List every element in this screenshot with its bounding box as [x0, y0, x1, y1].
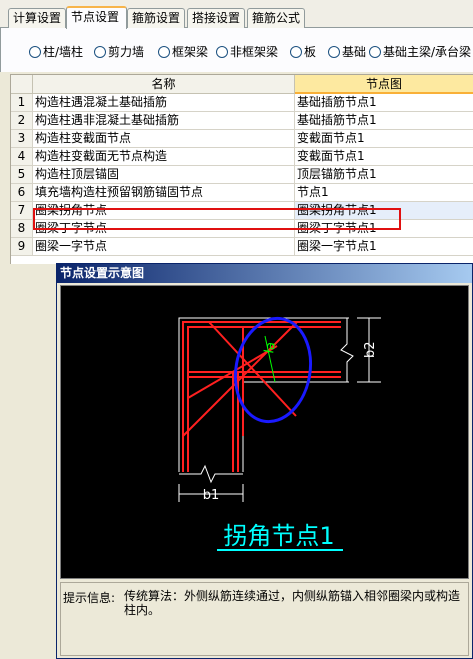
b2-dimension-label: b2: [363, 341, 378, 358]
table-row[interactable]: 5 构造柱顶层锚固 顶层锚筋节点1: [11, 166, 473, 184]
radio-button-icon: [94, 46, 106, 58]
corner-node-diagram: la b2b1拐角节点1: [178, 316, 381, 551]
tab-stirrup-formula[interactable]: 箍筋公式: [247, 8, 305, 28]
node-diagram-dialog: 节点设置示意图 la b2 b1 拐角节点1 提示信息: 传统算法：外侧纵筋连续通过，…: [56, 263, 473, 659]
radio-shear-wall[interactable]: 剪力墙: [94, 44, 144, 60]
break-mark-right: [340, 318, 354, 382]
node-cell[interactable]: 变截面节点1: [295, 130, 473, 148]
radio-button-icon: [328, 46, 340, 58]
tab-stirrup-settings[interactable]: 箍筋设置: [127, 8, 185, 28]
table-row[interactable]: 3 构造柱变截面节点 变截面节点1: [11, 130, 473, 148]
name-cell: 圈梁一字节点: [33, 238, 295, 256]
dialog-title[interactable]: 节点设置示意图: [57, 264, 472, 283]
node-cell[interactable]: 顶层锚筋节点1: [295, 166, 473, 184]
outline-inner: [242, 381, 349, 472]
info-text: 传统算法：外侧纵筋连续通过，内侧纵筋锚入相邻圈梁内或构造柱内。: [124, 589, 461, 617]
table-row[interactable]: 8 圈梁丁字节点 圈梁丁字节点1: [11, 220, 473, 238]
radio-label: 基础主梁/承台梁: [383, 45, 472, 59]
row-number-cell: 9: [11, 238, 33, 256]
name-cell: 构造柱顶层锚固: [33, 166, 295, 184]
row-number-cell: 6: [11, 184, 33, 202]
info-panel: 提示信息: 传统算法：外侧纵筋连续通过，内侧纵筋锚入相邻圈梁内或构造柱内。: [60, 582, 469, 656]
name-cell: 填充墙构造柱预留钢筋锚固节点: [33, 184, 295, 202]
radio-button-icon: [158, 46, 170, 58]
radio-label: 框架梁: [172, 45, 209, 59]
node-cell[interactable]: 圈梁一字节点1: [295, 238, 473, 256]
node-cell[interactable]: 基础插筋节点1: [295, 94, 473, 112]
radio-slab[interactable]: 板: [290, 44, 316, 60]
radio-label: 剪力墙: [108, 45, 145, 59]
table-row[interactable]: 4 构造柱变截面无节点构造 变截面节点1: [11, 148, 473, 166]
table-row[interactable]: 1 构造柱遇混凝土基础插筋 基础插筋节点1: [11, 94, 473, 112]
highlight-circle: [233, 316, 313, 424]
b1-dimension-label: b1: [203, 488, 220, 503]
row-number-cell: 3: [11, 130, 33, 148]
radio-frame-beam[interactable]: 框架梁: [158, 44, 208, 60]
tab-lap-settings[interactable]: 搭接设置: [187, 8, 245, 28]
table-row[interactable]: 7 圈梁拐角节点 圈梁拐角节点1: [11, 202, 473, 220]
row-number-cell: 1: [11, 94, 33, 112]
node-cell[interactable]: 基础插筋节点1: [295, 112, 473, 130]
table-row[interactable]: 6 填充墙构造柱预留钢筋锚固节点 节点1: [11, 184, 473, 202]
radio-foundation[interactable]: 基础: [328, 44, 366, 60]
header-row-number: [11, 75, 33, 94]
radio-label: 板: [304, 45, 317, 59]
name-cell: 构造柱遇非混凝土基础插筋: [33, 112, 295, 130]
component-type-radio-group: 柱/墙柱 剪力墙 框架梁 非框架梁 板 基础 基础主梁/承台梁: [0, 28, 473, 72]
node-settings-table: 名称 节点图 1 构造柱遇混凝土基础插筋 基础插筋节点1 2 构造柱遇非混凝土基础插筋基…: [10, 74, 473, 264]
radio-label: 柱/墙柱: [43, 45, 84, 59]
row-number-cell: 8: [11, 220, 33, 238]
rebar-outer-1: [182, 321, 341, 472]
tab-bar: 计算设置 节点设置 箍筋设置 搭接设置 箍筋公式: [0, 0, 473, 29]
radio-button-icon: [290, 46, 302, 58]
node-cell[interactable]: 圈梁拐角节点1: [295, 202, 473, 220]
table-row[interactable]: 9 圈梁一字节点 圈梁一字节点1: [11, 238, 473, 256]
name-cell: 构造柱变截面节点: [33, 130, 295, 148]
header-name[interactable]: 名称: [33, 75, 295, 94]
name-cell: 圈梁丁字节点: [33, 220, 295, 238]
radio-non-frame-beam[interactable]: 非框架梁: [216, 44, 278, 60]
table-row[interactable]: 2 构造柱遇非混凝土基础插筋 基础插筋节点1: [11, 112, 473, 130]
name-cell: 构造柱变截面无节点构造: [33, 148, 295, 166]
node-diagram-canvas: la b2 b1 拐角节点1: [60, 285, 469, 579]
radio-column[interactable]: 柱/墙柱: [29, 44, 83, 60]
name-cell: 构造柱遇混凝土基础插筋: [33, 94, 295, 112]
radio-button-icon: [369, 46, 381, 58]
node-cell[interactable]: 圈梁丁字节点1: [295, 220, 473, 238]
node-cell[interactable]: 变截面节点1: [295, 148, 473, 166]
row-number-cell: 7: [11, 202, 33, 220]
name-cell: 圈梁拐角节点: [33, 202, 295, 220]
header-node-diagram[interactable]: 节点图: [295, 75, 473, 94]
node-cell[interactable]: 节点1: [295, 184, 473, 202]
row-number-cell: 5: [11, 166, 33, 184]
radio-foundation-main-beam[interactable]: 基础主梁/承台梁: [369, 44, 471, 60]
radio-label: 基础: [342, 45, 367, 59]
info-label: 提示信息:: [63, 591, 116, 605]
row-number-cell: 2: [11, 112, 33, 130]
radio-button-icon: [216, 46, 228, 58]
radio-label: 非框架梁: [230, 45, 279, 59]
tab-node-settings[interactable]: 节点设置: [66, 6, 127, 29]
tab-calc-settings[interactable]: 计算设置: [8, 8, 66, 28]
diagram-caption: 拐角节点1: [223, 522, 334, 550]
row-number-cell: 4: [11, 148, 33, 166]
radio-button-icon: [29, 46, 41, 58]
